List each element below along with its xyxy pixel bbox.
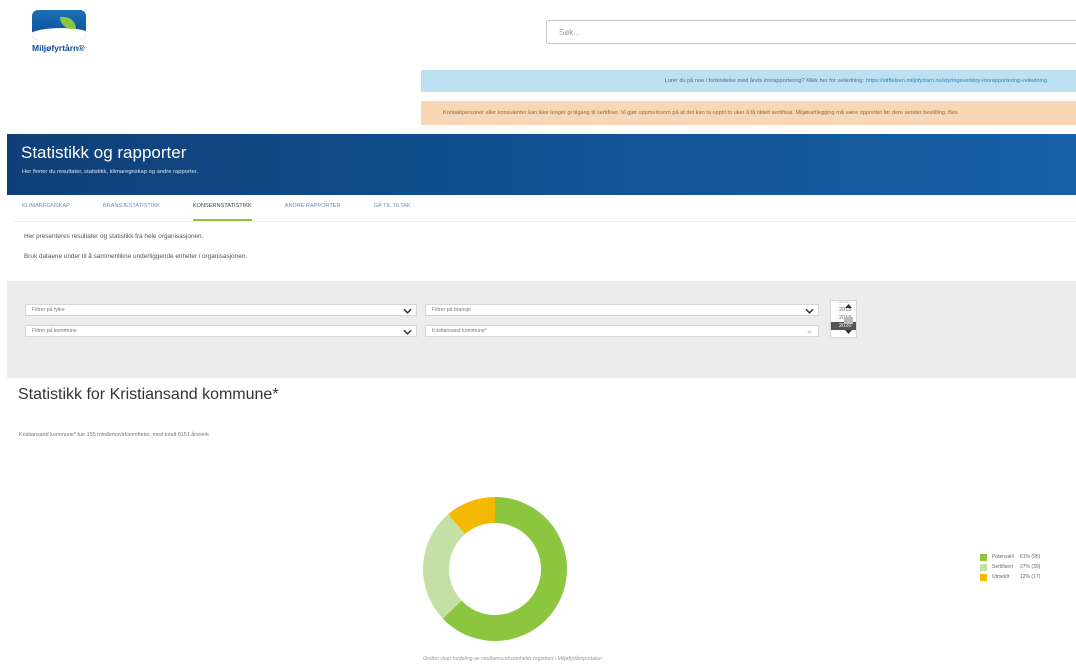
miljofyrtarn-logo[interactable]: Miljøfyrtårn® bbox=[32, 10, 90, 56]
warning-banner: Kontaktpersoner eller konsulenter kan ik… bbox=[421, 101, 1076, 125]
membership-donut-chart bbox=[423, 497, 567, 641]
lighthouse-logo-icon bbox=[32, 10, 86, 40]
tab-bransjestatistikk[interactable]: BRANSJESTATISTIKK bbox=[103, 203, 160, 221]
donut-slice-sertifisert bbox=[423, 514, 466, 619]
chevron-down-icon bbox=[807, 330, 812, 334]
statistics-title: Statistikk for Kristiansand kommune* bbox=[18, 386, 279, 403]
chevron-down-icon bbox=[403, 308, 412, 314]
organisation-select-value: Kristiansand kommune* bbox=[432, 328, 487, 334]
chart-legend: Potensiell 61% (95) Sertifisert 27% (39) Utm… bbox=[980, 552, 1040, 582]
page-hero: Statistikk og rapporter Her finner du re… bbox=[7, 134, 1076, 195]
scroll-up-icon[interactable] bbox=[841, 302, 856, 310]
tab-divider bbox=[14, 221, 1076, 222]
chart-caption: Grafen viser fordeling av medlemsvirksom… bbox=[423, 656, 603, 662]
legend-label: Potensiell bbox=[992, 554, 1014, 560]
tab-ga-til-tiltak[interactable]: GÅ TIL TILTAK bbox=[374, 203, 411, 221]
warning-banner-text: Kontaktpersoner eller konsulenter kan ik… bbox=[443, 110, 958, 116]
page-title: Statistikk og rapporter bbox=[21, 143, 187, 162]
chevron-down-icon bbox=[403, 329, 412, 335]
legend-value: 61% (95) bbox=[1020, 554, 1041, 560]
year-scrollbar[interactable] bbox=[841, 302, 856, 336]
fylke-select-value: Filtrer på fylke bbox=[32, 307, 65, 313]
organisation-select[interactable]: Kristiansand kommune* bbox=[425, 325, 819, 337]
legend-swatch bbox=[980, 553, 987, 561]
statistics-summary: Kristiansand kommune* har 155 medlemsvir… bbox=[19, 432, 209, 438]
tab-bar: KLIMAREGNSKAP BRANSJESTATISTIKK KONSERNS… bbox=[22, 203, 444, 221]
tab-klimaregnskap[interactable]: KLIMAREGNSKAP bbox=[22, 203, 70, 221]
filter-panel: Filtrer på fylke Filtrer på kommune Filt… bbox=[7, 281, 1076, 378]
legend-swatch bbox=[980, 563, 987, 571]
legend-value: 12% (17) bbox=[1020, 574, 1041, 580]
info-banner-link[interactable]: https://stiftelsen.miljofyrtarn.no/styri… bbox=[866, 78, 1047, 84]
fylke-select[interactable]: Filtrer på fylke bbox=[25, 304, 417, 316]
scrollbar-thumb[interactable] bbox=[844, 317, 853, 324]
bransje-select[interactable]: Filtrer på bransje bbox=[425, 304, 819, 316]
legend-item: Potensiell 61% (95) bbox=[980, 552, 1040, 562]
legend-item: Sertifisert 27% (39) bbox=[980, 562, 1040, 572]
bransje-select-value: Filtrer på bransje bbox=[432, 307, 471, 313]
tab-konsernstatistikk[interactable]: KONSERNSTATISTIKK bbox=[192, 203, 252, 221]
legend-item: Utmeldt 12% (17) bbox=[980, 572, 1040, 582]
search-input[interactable] bbox=[546, 20, 1076, 44]
intro-line-2: Bruk dataene under til å sammenlikne und… bbox=[24, 253, 248, 260]
legend-value: 27% (39) bbox=[1020, 564, 1041, 570]
tab-andre-rapporter[interactable]: ANDRE RAPPORTER bbox=[285, 203, 341, 221]
info-banner: Lurer du på noe i forbindelse med årets … bbox=[421, 70, 1076, 92]
legend-swatch bbox=[980, 573, 987, 581]
legend-label: Sertifisert bbox=[992, 564, 1014, 570]
page-subtitle: Her finner du resultater, statistikk, kl… bbox=[22, 169, 198, 175]
kommune-select-value: Filtrer på kommune bbox=[32, 328, 77, 334]
logo-wordmark: Miljøfyrtårn® bbox=[32, 43, 85, 53]
kommune-select[interactable]: Filtrer på kommune bbox=[25, 325, 417, 337]
legend-label: Utmeldt bbox=[992, 574, 1010, 580]
intro-line-1: Her presenteres resultater og statistikk… bbox=[24, 233, 204, 240]
scroll-down-icon[interactable] bbox=[841, 328, 856, 336]
chevron-down-icon bbox=[805, 308, 814, 314]
info-banner-text: Lurer du på noe i forbindelse med årets … bbox=[664, 78, 865, 84]
